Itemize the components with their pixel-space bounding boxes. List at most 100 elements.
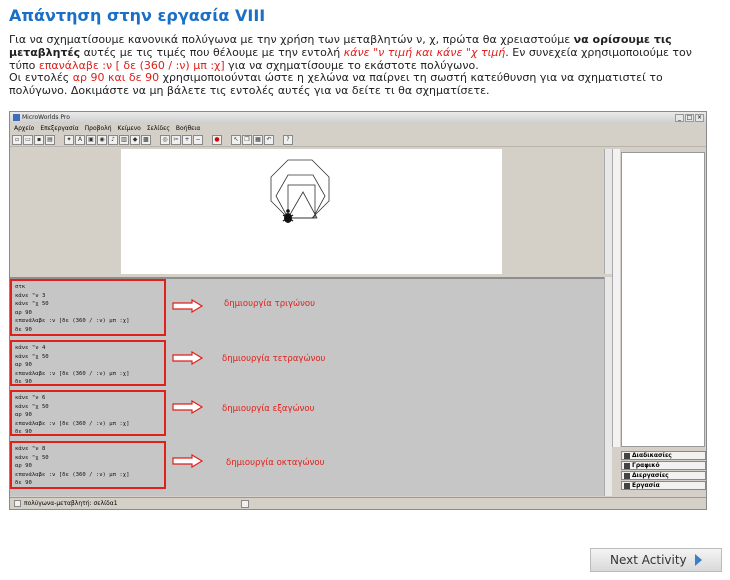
- tab-label: Γραφικό: [632, 462, 660, 469]
- text-tool-icon[interactable]: A: [75, 134, 85, 145]
- toolbar: ▫ ▭ ▪ ▤ ✦ A ▣ ◉ ♪ ▥ ◆ ▩ ◎ ✂ + − ● ↖ ❐ ▦ …: [10, 133, 706, 147]
- tab-procedures[interactable]: Διαδικασίες: [621, 451, 706, 460]
- code-line: δε 90: [15, 379, 32, 386]
- drawing-canvas[interactable]: [121, 149, 502, 274]
- minimize-button[interactable]: _: [675, 113, 684, 122]
- hatch-icon[interactable]: ◎: [160, 134, 170, 145]
- scissors-icon[interactable]: ✂: [171, 134, 181, 145]
- label-triangle: δημιουργία τριγώνου: [224, 299, 316, 309]
- status-text: πολύγωνα-μεταβλητή: σελίδα1: [24, 500, 118, 507]
- arrow-icon: [172, 454, 204, 468]
- code-block-hexagon: κάνε "ν 6 κάνε "χ 50 αρ 90 επανάλαβε :ν …: [10, 390, 166, 436]
- command-scrollbar[interactable]: [604, 277, 612, 496]
- processes-icon: [624, 472, 630, 479]
- project-panel: [621, 152, 705, 447]
- tab-label: Εργασία: [632, 482, 660, 489]
- page-icon: [14, 500, 21, 507]
- polygon-drawing: [270, 159, 330, 223]
- window-titlebar: MicroWorlds Pro _ □ ×: [10, 112, 706, 123]
- code-line: κάνε "χ 50: [15, 353, 49, 360]
- new-file-icon[interactable]: ▫: [12, 134, 22, 145]
- eye-tool-icon[interactable]: ◉: [97, 134, 107, 145]
- turtle-tool-icon[interactable]: ✦: [64, 134, 74, 145]
- menu-text[interactable]: Κείμενο: [118, 125, 141, 132]
- desc-text-1: Για να σχηματίσουμε κανονικά πολύγωνα με…: [9, 33, 574, 46]
- help-icon[interactable]: ?: [283, 134, 293, 145]
- panel-scrollbar[interactable]: [612, 149, 620, 447]
- open-file-icon[interactable]: ▭: [23, 134, 33, 145]
- play-arrow-icon: [694, 554, 702, 566]
- save-icon[interactable]: ▪: [34, 134, 44, 145]
- menu-pages[interactable]: Σελίδες: [147, 125, 170, 132]
- video-tool-icon[interactable]: ▩: [141, 134, 151, 145]
- code-line: επανάλαβε :ν [δε (360 / :ν) μπ :χ]: [15, 318, 130, 325]
- window-title: MicroWorlds Pro: [22, 114, 70, 121]
- menu-bar: Αρχείο Επεξεργασία Προβολή Κείμενο Σελίδ…: [10, 123, 706, 133]
- zoom-in-icon[interactable]: +: [182, 134, 192, 145]
- menu-view[interactable]: Προβολή: [85, 125, 112, 132]
- maximize-button[interactable]: □: [685, 113, 694, 122]
- app-icon: [13, 114, 20, 121]
- shape-tool-icon[interactable]: ◆: [130, 134, 140, 145]
- code-line: επανάλαβε :ν [δε (360 / :ν) μπ :χ]: [15, 420, 130, 427]
- panel-tabs: Διαδικασίες Γραφικό Διεργασίες Εργασία: [621, 451, 706, 491]
- page-nav-icon[interactable]: [240, 499, 249, 508]
- undo-icon[interactable]: ↶: [264, 134, 274, 145]
- code-line: αρ 90: [15, 463, 32, 470]
- command-center[interactable]: στκ κάνε "ν 3 κάνε "χ 50 αρ 90 επανάλαβε…: [10, 277, 604, 496]
- code-line: δε 90: [15, 429, 32, 436]
- arrow-icon: [172, 351, 204, 365]
- tab-label: Διαδικασίες: [632, 452, 672, 459]
- code-line: κάνε "χ 50: [15, 454, 49, 461]
- slider-tool-icon[interactable]: ▥: [119, 134, 129, 145]
- desc-highlight-2: επανάλαβε :ν [ δε (360 / :ν) μπ :χ]: [38, 58, 225, 72]
- label-square: δημιουργία τετραγώνου: [222, 354, 326, 364]
- code-line: στκ: [15, 284, 26, 290]
- code-block-square: κάνε "ν 4 κάνε "χ 50 αρ 90 επανάλαβε :ν …: [10, 340, 166, 386]
- zoom-out-icon[interactable]: −: [193, 134, 203, 145]
- code-block-octagon: κάνε "ν 8 κάνε "χ 50 αρ 90 επανάλαβε :ν …: [10, 441, 166, 489]
- music-tool-icon[interactable]: ♪: [108, 134, 118, 145]
- code-line: κάνε "ν 8: [15, 446, 46, 452]
- code-line: κάνε "ν 6: [15, 395, 46, 401]
- procedures-icon: [624, 452, 630, 459]
- project-icon: [624, 482, 630, 489]
- tab-graphics[interactable]: Γραφικό: [621, 461, 706, 470]
- print-icon[interactable]: ▤: [45, 134, 55, 145]
- microworlds-window: MicroWorlds Pro _ □ × Αρχείο Επεξεργασία…: [9, 111, 707, 510]
- tab-processes[interactable]: Διεργασίες: [621, 471, 706, 480]
- menu-help[interactable]: Βοήθεια: [176, 125, 201, 132]
- tab-label: Διεργασίες: [632, 472, 669, 479]
- desc-highlight-1: κάνε "ν τιμή και κάνε "χ τιμή: [343, 45, 506, 59]
- menu-edit[interactable]: Επεξεργασία: [40, 125, 78, 132]
- next-activity-label: Next Activity: [610, 553, 687, 567]
- close-button[interactable]: ×: [695, 113, 704, 122]
- triangle-shape: [287, 191, 318, 219]
- status-bar: πολύγωνα-μεταβλητή: σελίδα1: [10, 497, 706, 509]
- code-line: επανάλαβε :ν [δε (360 / :ν) μπ :χ]: [15, 471, 130, 478]
- arrow-icon: [172, 400, 204, 414]
- page-title: Απάντηση στην εργασία VIII: [9, 6, 266, 25]
- code-block-triangle: στκ κάνε "ν 3 κάνε "χ 50 αρ 90 επανάλαβε…: [10, 279, 166, 336]
- window-controls: _ □ ×: [675, 113, 704, 122]
- button-tool-icon[interactable]: ▣: [86, 134, 96, 145]
- code-line: αρ 90: [15, 309, 32, 316]
- paste-icon[interactable]: ▦: [253, 134, 263, 145]
- code-line: κάνε "ν 4: [15, 345, 46, 351]
- code-line: αρ 90: [15, 412, 32, 419]
- canvas-scrollbar[interactable]: [604, 149, 612, 274]
- description: Για να σχηματίσουμε κανονικά πολύγωνα με…: [9, 33, 721, 98]
- desc-text-2: αυτές με τις τιμές που θέλουμε με την εν…: [80, 45, 344, 59]
- arrow-icon: [172, 299, 204, 313]
- code-line: κάνε "χ 50: [15, 301, 49, 308]
- copy-icon[interactable]: ❐: [242, 134, 252, 145]
- stop-icon[interactable]: ●: [212, 134, 222, 145]
- desc-highlight-3: αρ 90 και δε 90: [72, 71, 160, 85]
- desc-text-4: για να σχηματίσουμε το εκάστοτε πολύγωνο…: [224, 58, 479, 72]
- pointer-icon[interactable]: ↖: [231, 134, 241, 145]
- code-line: επανάλαβε :ν [δε (360 / :ν) μπ :χ]: [15, 370, 130, 377]
- menu-file[interactable]: Αρχείο: [14, 125, 34, 132]
- next-activity-button[interactable]: Next Activity: [590, 548, 722, 572]
- graphics-icon: [624, 462, 630, 469]
- tab-project[interactable]: Εργασία: [621, 481, 706, 490]
